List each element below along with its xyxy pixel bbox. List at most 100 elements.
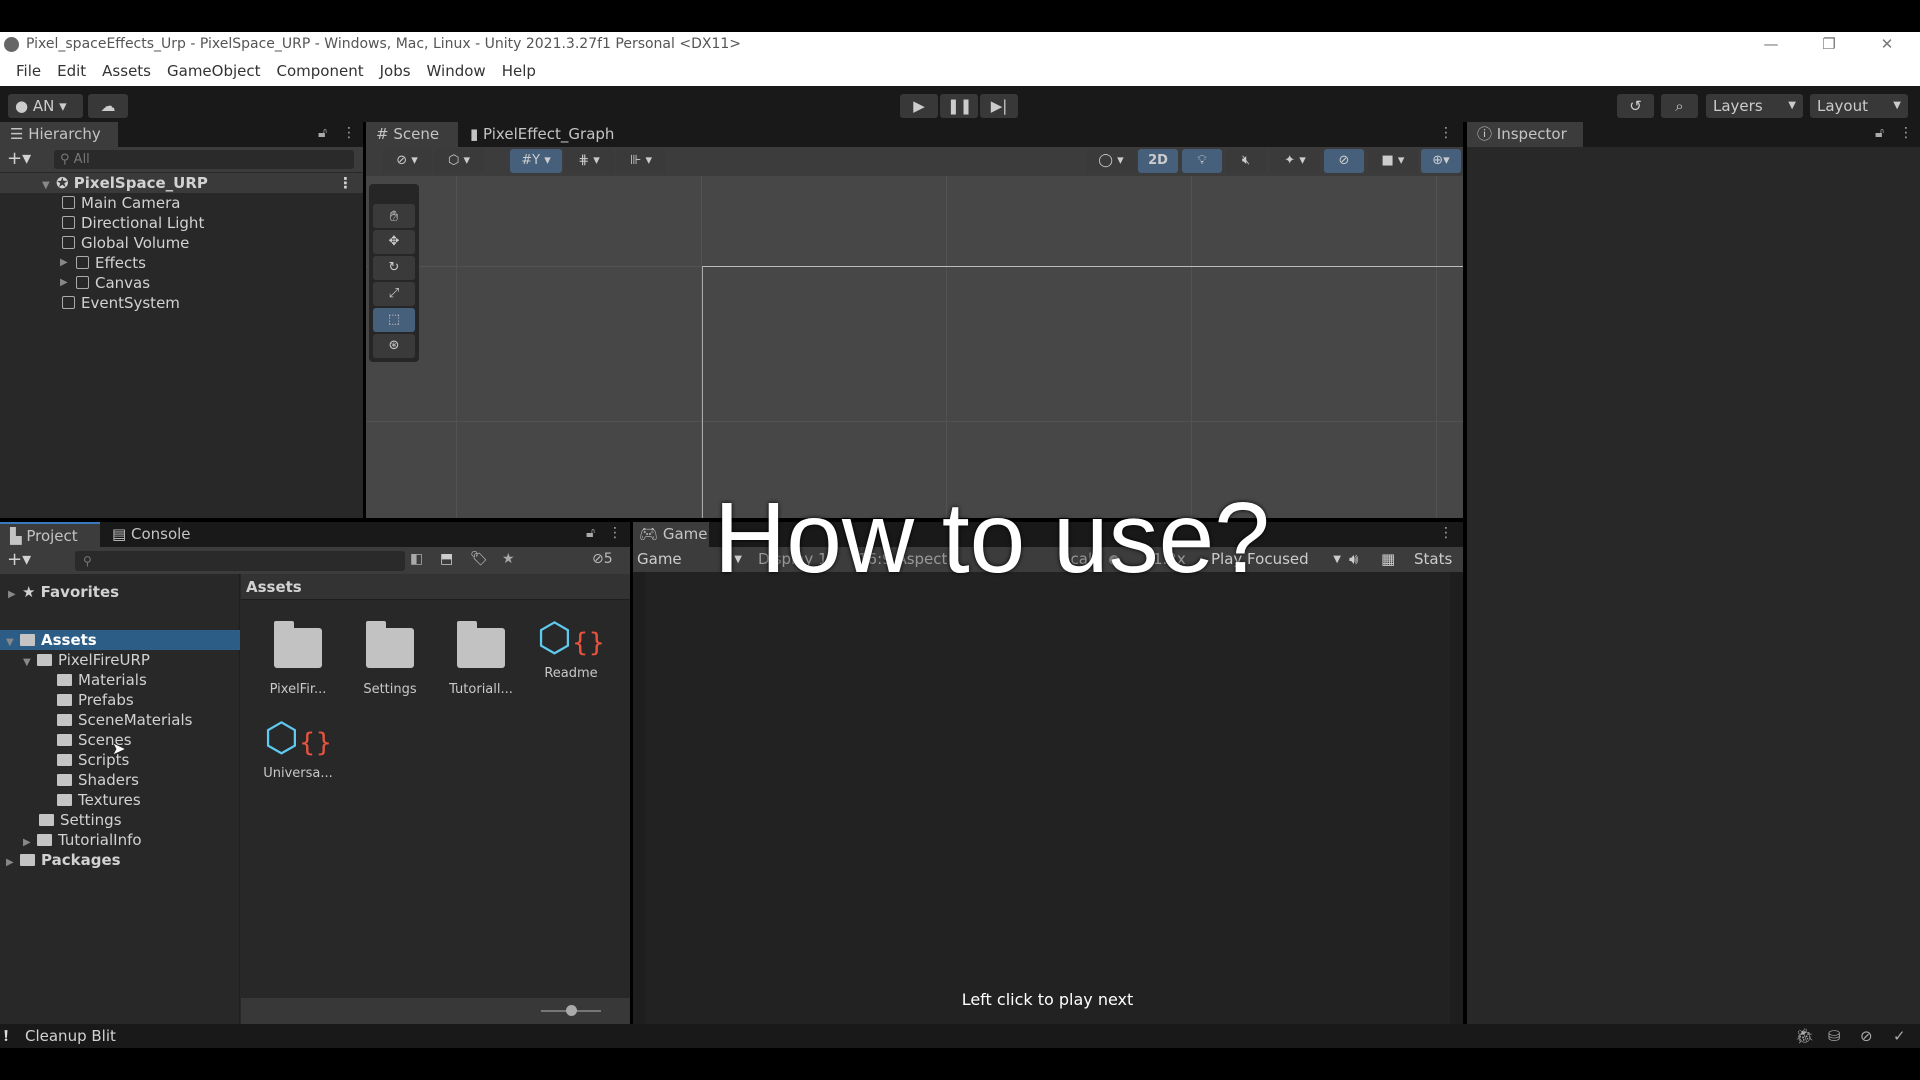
tree-item[interactable]: Settings bbox=[39, 810, 122, 830]
more-menu-icon[interactable]: ⋮ bbox=[338, 173, 353, 193]
more-menu-icon[interactable]: ⋮ bbox=[1439, 125, 1453, 141]
hidden-objects-toggle[interactable]: ⊘ bbox=[1324, 149, 1364, 173]
lock-icon[interactable]: 🔓︎ bbox=[586, 525, 595, 541]
ruler-dropdown[interactable]: ⊪ ▾ bbox=[616, 149, 666, 173]
rotate-tool[interactable]: ↻ bbox=[373, 256, 415, 280]
menu-jobs[interactable]: Jobs bbox=[372, 57, 419, 86]
asset-item[interactable]: ⬡{} Readme bbox=[526, 610, 616, 681]
tree-item-packages[interactable]: ▶ Packages bbox=[6, 850, 121, 870]
project-search-input[interactable]: ⚲ bbox=[75, 551, 405, 571]
step-button[interactable]: ▶| bbox=[980, 94, 1018, 118]
pause-button[interactable]: ❚❚ bbox=[940, 94, 978, 118]
lock-icon[interactable]: 🔓︎ bbox=[1875, 125, 1884, 141]
camera-dropdown[interactable]: ■ ▾ bbox=[1368, 149, 1418, 173]
menu-assets[interactable]: Assets bbox=[94, 57, 159, 86]
orientation-dropdown[interactable]: ◯ ▾ bbox=[1086, 149, 1136, 173]
expand-arrow-icon[interactable]: ▶ bbox=[60, 253, 74, 273]
stats-button[interactable]: Stats bbox=[1414, 547, 1452, 572]
filter-by-type-icon[interactable]: ⬒ bbox=[440, 551, 453, 567]
check-icon[interactable]: ✓ bbox=[1893, 1024, 1906, 1048]
menu-file[interactable]: File bbox=[8, 57, 49, 86]
tab-console[interactable]: ▤ Console bbox=[102, 522, 201, 547]
minimize-button[interactable]: — bbox=[1751, 32, 1791, 57]
debug-off-icon[interactable]: 🐞︎ bbox=[1795, 1024, 1814, 1048]
cache-server-icon[interactable]: ⛁ bbox=[1828, 1024, 1841, 1048]
menu-window[interactable]: Window bbox=[419, 57, 494, 86]
favorite-star-icon[interactable]: ★ bbox=[502, 551, 515, 567]
cloud-button[interactable]: ☁ bbox=[88, 94, 128, 118]
lighting-toggle[interactable]: 💡︎ bbox=[1182, 149, 1222, 173]
hidden-packages-toggle[interactable]: ⊘5 bbox=[592, 551, 613, 567]
tab-project[interactable]: ▙ Project bbox=[0, 522, 100, 547]
close-button[interactable]: ✕ bbox=[1867, 32, 1907, 57]
move-tool[interactable]: ✥ bbox=[373, 230, 415, 254]
hierarchy-search-input[interactable]: ⚲ All bbox=[54, 150, 354, 169]
tab-hierarchy[interactable]: ☰ Hierarchy bbox=[0, 122, 118, 147]
expand-arrow-icon[interactable]: ▶ bbox=[60, 273, 74, 293]
more-menu-icon[interactable]: ⋮ bbox=[342, 125, 356, 141]
render-mode-dropdown[interactable]: ⬡ ▾ bbox=[434, 149, 484, 173]
list-item[interactable]: ▶ Effects bbox=[58, 253, 146, 273]
icon-size-slider-handle[interactable] bbox=[566, 1005, 577, 1016]
snap-increment-dropdown[interactable]: ⋕ ▾ bbox=[564, 149, 614, 173]
asset-item[interactable]: Tutoriall... bbox=[436, 618, 526, 697]
hand-tool[interactable]: ✋︎ bbox=[373, 204, 415, 228]
audio-toggle[interactable]: 🔇︎ bbox=[1226, 149, 1266, 173]
menu-edit[interactable]: Edit bbox=[49, 57, 94, 86]
tree-item[interactable]: Textures bbox=[57, 790, 141, 810]
menu-help[interactable]: Help bbox=[494, 57, 544, 86]
list-item[interactable]: ▶ Canvas bbox=[58, 273, 150, 293]
restore-button[interactable]: ❐ bbox=[1809, 32, 1849, 57]
play-button[interactable]: ▶ bbox=[900, 94, 938, 118]
grid-snap-toggle[interactable]: #Y ▾ bbox=[510, 149, 562, 173]
list-item[interactable]: Directional Light bbox=[62, 213, 204, 233]
favorites-item[interactable]: ▶ ★ Favorites bbox=[8, 582, 119, 602]
asset-item[interactable]: Settings bbox=[345, 618, 435, 697]
audio-icon[interactable]: 🔊︎ bbox=[1349, 547, 1358, 572]
expand-arrow-icon[interactable]: ▶ bbox=[6, 853, 20, 873]
menu-component[interactable]: Component bbox=[269, 57, 372, 86]
tab-pixeleffect-graph[interactable]: ▮ PixelEffect_Graph bbox=[460, 122, 624, 147]
tab-inspector[interactable]: ⓘ Inspector bbox=[1467, 122, 1583, 147]
tree-item[interactable]: ▶ TutorialInfo bbox=[23, 830, 142, 850]
asset-item[interactable]: PixelFir... bbox=[253, 618, 343, 697]
menu-gameobject[interactable]: GameObject bbox=[159, 57, 269, 86]
expand-arrow-icon[interactable]: ▼ bbox=[6, 633, 20, 653]
2d-mode-toggle[interactable]: 2D bbox=[1138, 149, 1178, 173]
layout-dropdown[interactable]: Layout ▼ bbox=[1810, 94, 1908, 118]
tree-item[interactable]: ▼ PixelFireURP bbox=[23, 650, 150, 670]
expand-arrow-icon[interactable]: ▶ bbox=[8, 585, 22, 605]
status-message[interactable]: Cleanup Blit bbox=[25, 1024, 116, 1048]
list-item[interactable]: EventSystem bbox=[62, 293, 180, 313]
undo-history-button[interactable]: ↺ bbox=[1617, 94, 1654, 118]
rect-tool[interactable]: ⬚ bbox=[373, 308, 415, 332]
scene-root[interactable]: ▼ ✪ PixelSpace_URP ⋮ bbox=[0, 173, 363, 193]
game-viewport[interactable]: Left click to play next bbox=[645, 572, 1450, 1024]
tree-item[interactable]: Shaders bbox=[57, 770, 139, 790]
tree-item-assets[interactable]: ▼ Assets bbox=[0, 630, 240, 650]
list-item[interactable]: Main Camera bbox=[62, 193, 180, 213]
expand-arrow-icon[interactable]: ▼ bbox=[23, 653, 37, 673]
draw-mode-dropdown[interactable]: ⊘ ▾ bbox=[382, 149, 432, 173]
add-button[interactable]: +▾ bbox=[7, 148, 31, 169]
asset-item[interactable]: ⬡{} Universa... bbox=[253, 710, 343, 781]
tree-item[interactable]: Prefabs bbox=[57, 690, 134, 710]
search-button[interactable]: ⌕ bbox=[1661, 94, 1698, 118]
more-menu-icon[interactable]: ⋮ bbox=[608, 525, 622, 541]
more-menu-icon[interactable]: ⋮ bbox=[1439, 525, 1453, 541]
gizmos-dropdown[interactable]: ⊕▾ bbox=[1421, 149, 1461, 173]
transform-tool[interactable]: ⊛ bbox=[373, 334, 415, 358]
tab-game[interactable]: 🎮︎ Game bbox=[633, 522, 709, 547]
list-item[interactable]: Global Volume bbox=[62, 233, 189, 253]
filter-by-label-icon[interactable]: 🏷︎ bbox=[470, 551, 488, 567]
scale-tool[interactable]: ⤢ bbox=[373, 282, 415, 306]
expand-arrow-icon[interactable]: ▼ bbox=[42, 176, 56, 196]
tree-item[interactable]: Materials bbox=[57, 670, 147, 690]
account-dropdown[interactable]: ● AN ▾ bbox=[8, 94, 83, 118]
lock-icon[interactable]: 🔓︎ bbox=[318, 125, 327, 141]
tab-scene[interactable]: # Scene bbox=[366, 122, 458, 147]
add-button[interactable]: +▾ bbox=[7, 549, 31, 570]
layers-dropdown[interactable]: Layers ▼ bbox=[1706, 94, 1803, 118]
gizmos-grid-icon[interactable]: ▦ bbox=[1381, 547, 1395, 572]
more-menu-icon[interactable]: ⋮ bbox=[1899, 125, 1913, 141]
